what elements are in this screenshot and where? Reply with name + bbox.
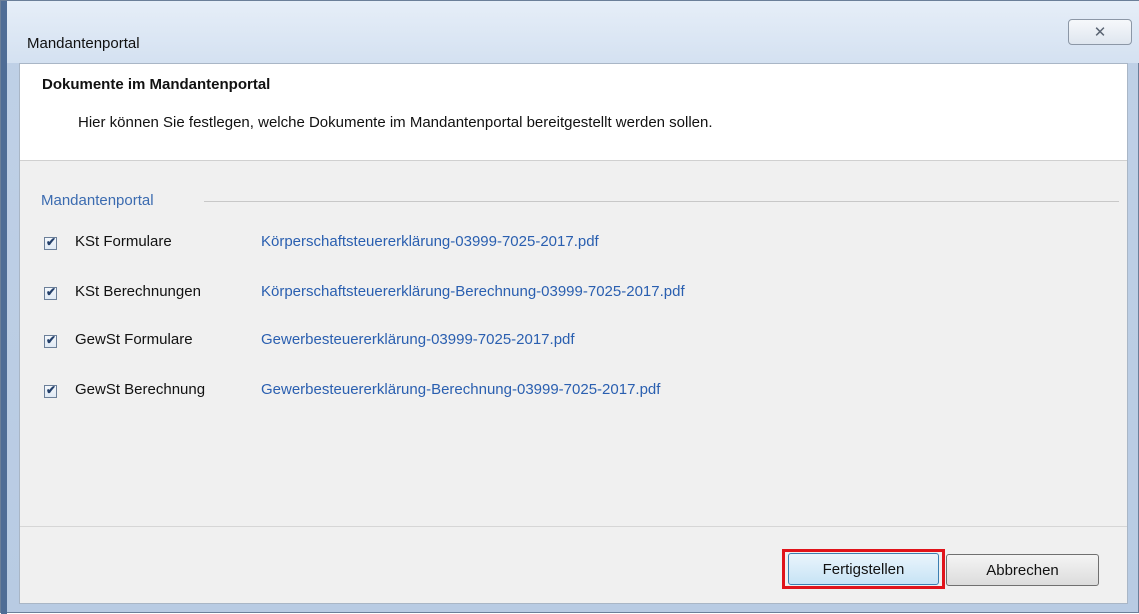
gewst-formulare-file-link[interactable]: Gewerbesteuererklärung-03999-7025-2017.p… [261,331,575,348]
group-divider [204,201,1119,202]
gewst-formulare-checkbox[interactable]: ✔ [44,332,57,348]
check-icon: ✔ [46,382,57,397]
footer-divider [20,526,1127,527]
finish-button-highlight: Fertigstellen [782,549,945,589]
window-title: Mandantenportal [27,35,140,52]
gewst-berechnung-label[interactable]: GewSt Berechnung [75,381,205,398]
cancel-button[interactable]: Abbrechen [946,554,1099,586]
kst-berechnungen-label[interactable]: KSt Berechnungen [75,283,201,300]
document-row-gewst-berechnung: ✔ GewSt Berechnung Gewerbesteuererklärun… [44,380,660,402]
document-row-kst-formulare: ✔ KSt Formulare Körperschaftsteuererklär… [44,232,599,254]
finish-button[interactable]: Fertigstellen [788,553,939,585]
dialog-window: Mandantenportal ✕ Dokumente im Mandanten… [0,0,1139,614]
check-icon: ✔ [46,234,57,249]
header-description: Hier können Sie festlegen, welche Dokume… [78,114,713,131]
document-row-gewst-formulare: ✔ GewSt Formulare Gewerbesteuererklärung… [44,330,575,352]
kst-formulare-label[interactable]: KSt Formulare [75,233,172,250]
kst-berechnungen-file-link[interactable]: Körperschaftsteuererklärung-Berechnung-0… [261,283,685,300]
kst-berechnungen-checkbox[interactable]: ✔ [44,284,57,300]
window-edge [1,1,7,614]
check-icon: ✔ [46,284,57,299]
gewst-formulare-label[interactable]: GewSt Formulare [75,331,193,348]
close-icon: ✕ [1093,24,1107,41]
kst-formulare-checkbox[interactable]: ✔ [44,234,57,250]
gewst-berechnung-file-link[interactable]: Gewerbesteuererklärung-Berechnung-03999-… [261,381,660,398]
gewst-berechnung-checkbox[interactable]: ✔ [44,382,57,398]
header-title: Dokumente im Mandantenportal [42,76,271,93]
group-label: Mandantenportal [41,192,160,209]
check-icon: ✔ [46,332,57,347]
document-row-kst-berechnungen: ✔ KSt Berechnungen Körperschaftsteuererk… [44,282,685,304]
dialog-header: Dokumente im Mandantenportal Hier können… [20,64,1127,161]
close-button[interactable]: ✕ [1068,19,1132,45]
title-bar: Mandantenportal ✕ [7,1,1139,63]
kst-formulare-file-link[interactable]: Körperschaftsteuererklärung-03999-7025-2… [261,233,599,250]
dialog-content: Dokumente im Mandantenportal Hier können… [19,63,1128,604]
